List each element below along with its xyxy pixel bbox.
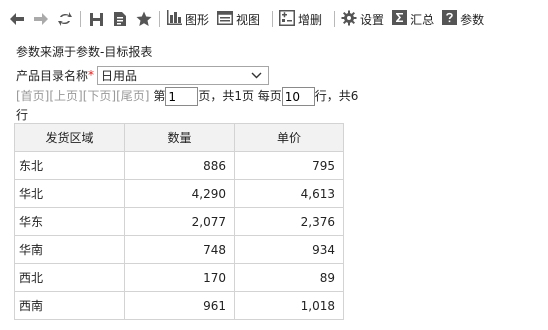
column-header-region: 发货区域 [14,123,125,152]
quantity-cell: 170 [124,263,235,292]
export-document-icon[interactable] [111,9,129,29]
table-row: 西北 170 89 [14,263,344,292]
price-cell: 934 [234,235,344,264]
params-button[interactable]: 参数 [442,8,484,30]
view-icon [217,10,234,28]
region-cell: 东北 [14,151,125,180]
param-row: 产品目录名称 * 日用品 [16,65,270,85]
summary-button[interactable]: 汇总 [392,8,434,30]
toolbar-divider [334,11,336,27]
chart-button[interactable]: 图形 [166,8,209,30]
column-header-quantity: 数量 [124,123,235,152]
add-delete-button[interactable]: 增删 [279,8,322,30]
gear-icon [341,10,357,29]
table-row: 华东 2,077 2,376 [14,207,344,236]
back-arrow-icon[interactable] [8,9,26,29]
add-delete-button-label: 增删 [298,12,323,27]
view-button[interactable]: 视图 [217,8,260,30]
region-cell: 西南 [14,291,125,320]
refresh-icon[interactable] [56,9,74,29]
page-prefix: 第 [153,89,166,103]
price-cell: 1,018 [234,291,344,320]
param-label: 产品目录名称 [16,68,89,83]
product-catalog-select-value: 日用品 [101,68,138,83]
page-size-input[interactable] [281,87,315,106]
next-page-link[interactable]: [下页] [83,89,116,103]
table-row: 西南 961 1,018 [14,291,344,320]
chevron-down-icon [251,68,262,82]
current-page-input[interactable] [165,87,199,106]
params-button-label: 参数 [460,12,485,27]
region-cell: 华东 [14,207,125,236]
table-row: 东北 886 795 [14,151,344,180]
quantity-cell: 4,290 [124,179,235,208]
toolbar-divider [272,11,274,27]
table-row: 华北 4,290 4,613 [14,179,344,208]
price-cell: 4,613 [234,179,344,208]
forward-arrow-icon[interactable] [32,9,50,29]
product-catalog-select[interactable]: 日用品 [97,65,270,85]
price-cell: 2,376 [234,207,344,236]
star-icon[interactable] [135,9,153,29]
quantity-cell: 2,077 [124,207,235,236]
add-delete-icon [279,9,296,29]
toolbar: 图形 视图 增删 设置 汇总 参数 [0,0,548,38]
column-header-price: 单价 [234,123,344,152]
chart-button-label: 图形 [185,12,210,27]
report-title: 参数来源于参数-目标报表 [16,45,153,59]
report-table: 发货区域 数量 单价 东北 886 795 华北 4,290 4,613 华东 … [14,123,344,320]
quantity-cell: 886 [124,151,235,180]
table-header-row: 发货区域 数量 单价 [14,123,344,152]
save-icon[interactable] [87,9,105,29]
prev-page-link[interactable]: [上页] [49,89,82,103]
price-cell: 795 [234,151,344,180]
settings-button-label: 设置 [360,12,385,27]
pager: [首页][上页][下页][尾页] 第页，共1页 每页行，共6行 [16,87,366,124]
toolbar-divider [159,11,160,27]
view-button-label: 视图 [236,12,261,27]
bar-chart-icon [166,10,182,28]
quantity-cell: 748 [124,235,235,264]
region-cell: 华南 [14,235,125,264]
summary-button-label: 汇总 [410,12,435,27]
region-cell: 华北 [14,179,125,208]
region-cell: 西北 [14,263,125,292]
help-icon [442,10,458,28]
required-marker: * [88,68,95,82]
sigma-icon [392,10,408,28]
last-page-link[interactable]: [尾页] [116,89,149,103]
toolbar-divider [80,11,81,27]
price-cell: 89 [234,263,344,292]
quantity-cell: 961 [124,291,235,320]
first-page-link[interactable]: [首页] [16,89,49,103]
table-row: 华南 748 934 [14,235,344,264]
settings-button[interactable]: 设置 [341,8,384,30]
page-suffix: 页，共1页 每页 [198,89,282,103]
